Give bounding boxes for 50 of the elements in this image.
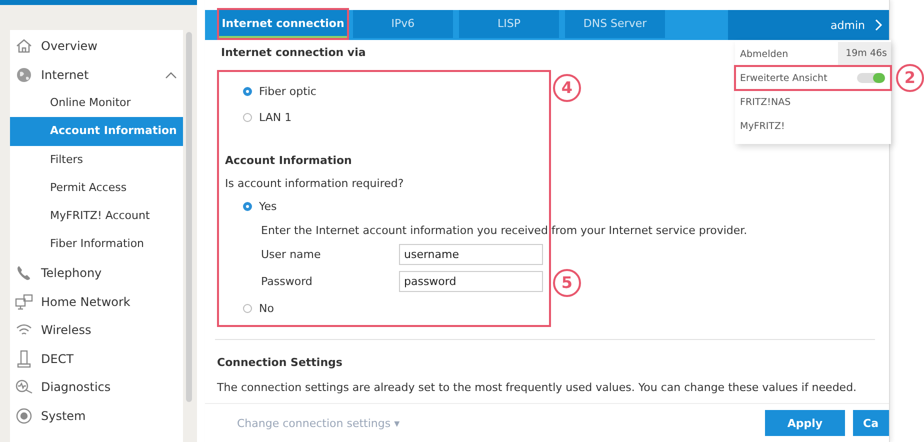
menu-item[interactable]: Erweiterte Ansicht (735, 66, 891, 90)
callout-number: 4 (553, 74, 581, 102)
section-title: Internet connection via (221, 46, 366, 59)
radio-option[interactable]: Yes (225, 193, 543, 219)
globe-icon (15, 66, 33, 84)
chevron-icon (875, 19, 883, 31)
radio-option[interactable]: No (225, 295, 543, 321)
nav-item[interactable]: DECT (10, 344, 183, 373)
phone-icon (15, 264, 33, 282)
radio-option[interactable]: Fiber optic (225, 78, 543, 104)
target-icon (15, 406, 33, 425)
scrollbar[interactable] (186, 32, 192, 402)
question-text: Is account information required? (225, 177, 405, 192)
nav-item[interactable]: Overview (10, 32, 183, 60)
nav-item[interactable]: Diagnostics (10, 372, 183, 402)
menu-item[interactable]: Abmelden 19m 46s (735, 42, 891, 66)
action-button[interactable]: Ca (853, 410, 889, 436)
nav-item[interactable]: Telephony (10, 258, 183, 288)
nav-subitem[interactable]: MyFRITZ! Account (10, 202, 183, 230)
nav-subitem[interactable]: Fiber Information (10, 230, 183, 259)
tab[interactable]: Internet connection (219, 10, 347, 38)
toggle-switch[interactable] (857, 73, 885, 83)
house-icon (15, 37, 33, 56)
nav-subitem[interactable]: Account Information (10, 117, 183, 146)
handset-icon (15, 350, 33, 368)
section-title: Connection Settings (217, 356, 344, 369)
nav-item[interactable]: Home Network (10, 287, 183, 316)
field-label: User name (261, 248, 322, 261)
monitors-icon (15, 292, 33, 311)
action-button[interactable]: Apply (765, 410, 845, 436)
hint-text: Enter the Internet account information you received from your Internet service provider. (260, 223, 748, 239)
nav-item[interactable]: Wireless (10, 316, 183, 344)
callout-number: 5 (553, 269, 581, 297)
input-field[interactable]: password (399, 271, 543, 292)
menu-item[interactable]: MyFRITZ! (735, 114, 891, 138)
input-field[interactable]: username (399, 244, 543, 265)
session-timer: 19m 46s (838, 42, 891, 66)
gauge-icon (15, 378, 33, 396)
field-label: Password (261, 275, 314, 288)
nav-subitem[interactable]: Online Monitor (10, 89, 183, 118)
nav-subitem[interactable]: Filters (10, 146, 183, 174)
callout-number: 2 (896, 64, 924, 92)
radio-option[interactable]: LAN 1 (225, 104, 543, 130)
section-title: Account Information (225, 154, 353, 167)
nav-subitem[interactable]: Permit Access (10, 174, 183, 202)
nav-item[interactable]: Internet (10, 60, 183, 89)
description-text: The connection settings are already set to the most frequently used values. You can change these values if needed. (217, 381, 858, 394)
menu-item[interactable]: FRITZ!NAS (735, 90, 891, 114)
nav-item[interactable]: System (10, 401, 183, 430)
user-menu-header[interactable]: admin (728, 10, 889, 40)
